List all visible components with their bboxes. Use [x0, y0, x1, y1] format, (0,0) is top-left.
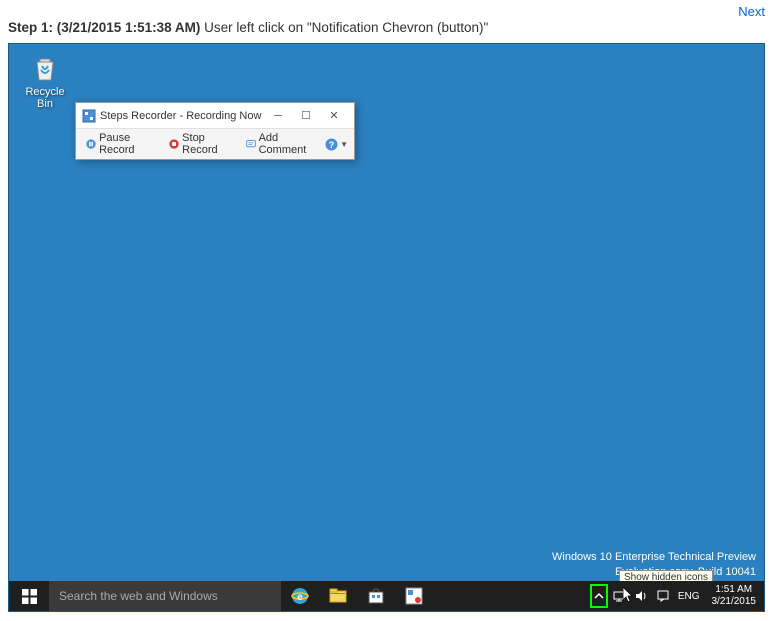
- steps-recorder-app-icon: [82, 109, 96, 123]
- language-indicator[interactable]: ENG: [674, 591, 704, 602]
- pause-icon: [86, 138, 96, 151]
- taskbar-search[interactable]: Search the web and Windows: [49, 581, 281, 611]
- steps-recorder-window: Steps Recorder - Recording Now ─ ☐ ✕ Pau…: [75, 102, 355, 160]
- taskbar-steps-recorder[interactable]: [395, 581, 433, 611]
- steps-recorder-titlebar[interactable]: Steps Recorder - Recording Now ─ ☐ ✕: [76, 103, 354, 129]
- help-icon: ?: [325, 138, 338, 151]
- pause-record-button[interactable]: Pause Record: [82, 130, 157, 158]
- add-comment-button[interactable]: Add Comment: [242, 130, 318, 158]
- stop-icon: [169, 138, 179, 151]
- taskbar-ie[interactable]: e: [281, 581, 319, 611]
- step-description: User left click on "Notification Chevron…: [204, 20, 488, 35]
- step-header: Step 1: (3/21/2015 1:51:38 AM) User left…: [0, 0, 777, 43]
- system-tray: ENG 1:51 AM 3/21/2015: [590, 581, 764, 611]
- chevron-down-icon: ▼: [340, 140, 348, 149]
- clock-date: 3/21/2015: [712, 596, 757, 608]
- pause-record-label: Pause Record: [99, 132, 153, 156]
- notification-chevron[interactable]: [590, 584, 608, 608]
- taskbar: Search the web and Windows e: [9, 581, 764, 611]
- svg-text:?: ?: [329, 140, 335, 150]
- help-dropdown[interactable]: ? ▼: [325, 138, 348, 151]
- start-button[interactable]: [9, 581, 49, 611]
- taskbar-clock[interactable]: 1:51 AM 3/21/2015: [704, 584, 765, 608]
- recycle-bin[interactable]: Recycle Bin: [21, 52, 69, 110]
- steps-recorder-toolbar: Pause Record Stop Record Add Comment ? ▼: [76, 129, 354, 159]
- taskbar-store[interactable]: [357, 581, 395, 611]
- recycle-bin-icon: [29, 52, 61, 84]
- step-number-timestamp: Step 1: (3/21/2015 1:51:38 AM): [8, 20, 200, 35]
- tray-action-center-icon[interactable]: [652, 581, 674, 611]
- comment-icon: [246, 138, 256, 151]
- stop-record-label: Stop Record: [182, 132, 229, 156]
- add-comment-label: Add Comment: [259, 132, 314, 156]
- watermark-line1: Windows 10 Enterprise Technical Preview: [552, 550, 756, 564]
- clock-time: 1:51 AM: [712, 584, 757, 596]
- desktop-screenshot: Recycle Bin Steps Recorder - Recording N…: [8, 43, 765, 612]
- steps-recorder-title: Steps Recorder - Recording Now: [100, 110, 264, 122]
- svg-text:e: e: [297, 592, 303, 603]
- maximize-button[interactable]: ☐: [292, 106, 320, 126]
- taskbar-file-explorer[interactable]: [319, 581, 357, 611]
- mouse-cursor-icon: [623, 587, 635, 603]
- search-placeholder: Search the web and Windows: [59, 589, 218, 603]
- recycle-bin-label: Recycle Bin: [21, 86, 69, 110]
- next-link[interactable]: Next: [738, 4, 765, 19]
- minimize-button[interactable]: ─: [264, 106, 292, 126]
- stop-record-button[interactable]: Stop Record: [165, 130, 233, 158]
- close-button[interactable]: ✕: [320, 106, 348, 126]
